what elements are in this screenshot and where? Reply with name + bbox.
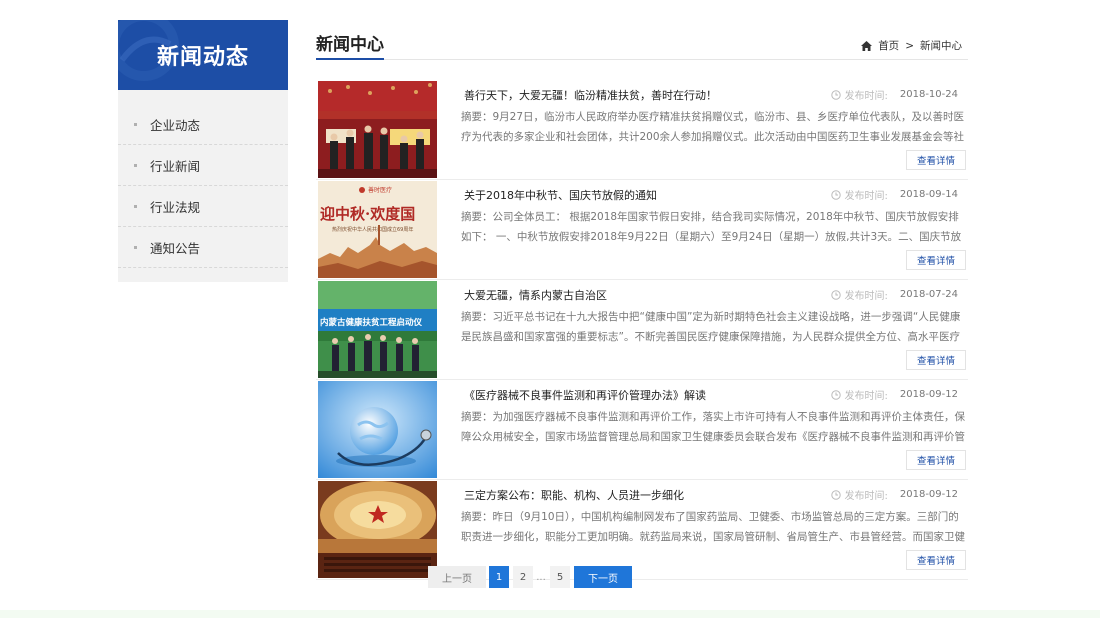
- news-title-link[interactable]: 关于2018年中秋节、国庆节放假的通知: [464, 187, 657, 203]
- poster-logo-icon: [359, 187, 365, 193]
- poster-logo-text: 善时医疗: [368, 186, 392, 194]
- bullet-icon: [134, 164, 137, 167]
- news-date: 发布时间: 2018-07-24: [830, 287, 958, 302]
- date-value: 2018-09-12: [899, 389, 958, 400]
- prev-page-button[interactable]: 上一页: [428, 566, 486, 588]
- news-item: 三定方案公布：职能、机构、人员进一步细化 发布时间: 2018-09-12 摘要…: [316, 480, 968, 580]
- news-date: 发布时间: 2018-09-12: [830, 487, 958, 502]
- bullet-icon: [134, 123, 137, 126]
- pagination: 上一页 1 2 ... 5 下一页: [428, 566, 632, 588]
- sidebar-item-label: 行业新闻: [150, 158, 201, 174]
- news-title-link[interactable]: 大爱无疆，情系内蒙古自治区: [464, 287, 607, 303]
- date-label: 发布时间:: [844, 191, 888, 202]
- banner-text: 内蒙古健康扶贫工程启动仪: [320, 317, 423, 328]
- sidebar-item-label: 企业动态: [150, 117, 201, 133]
- news-thumbnail[interactable]: 内蒙古健康扶贫工程启动仪: [318, 281, 437, 378]
- page-5-button[interactable]: 5: [550, 566, 570, 588]
- main-content: 新闻中心 首页 > 新闻中心 善行天下，大爱无疆！临汾精准扶贫，善时在行动！ 发…: [316, 20, 968, 580]
- news-summary: 摘要：公司全体员工： 根据2018年国家节假日安排，结合我司实际情况，2018年…: [461, 211, 962, 243]
- news-summary: 摘要：9月27日，临汾市人民政府举办医疗精准扶贫捐赠仪式，临汾市、县、乡医疗单位…: [461, 111, 965, 143]
- sidebar-header: 新闻动态: [118, 20, 288, 90]
- sidebar-item-notices[interactable]: 通知公告: [118, 227, 288, 268]
- view-details-button[interactable]: 查看详情: [906, 250, 966, 270]
- breadcrumb-separator: >: [905, 39, 914, 52]
- view-details-button[interactable]: 查看详情: [906, 550, 966, 570]
- page: 新闻动态 企业动态 行业新闻 行业法规 通知公告 新闻中心 首页 > 新闻中心 …: [0, 0, 1100, 618]
- sidebar-item-company-news[interactable]: 企业动态: [118, 104, 288, 145]
- news-title-link[interactable]: 三定方案公布：职能、机构、人员进一步细化: [464, 487, 684, 503]
- breadcrumb-current: 新闻中心: [920, 40, 962, 52]
- award-ceremony-image: [318, 81, 437, 178]
- news-summary: 摘要：昨日（9月10日），中国机构编制网发布了国家药监局、卫健委、市场监管总局的…: [461, 511, 965, 543]
- view-details-button[interactable]: 查看详情: [906, 350, 966, 370]
- great-hall-image: [318, 481, 437, 578]
- breadcrumb-home-link[interactable]: 首页: [878, 38, 899, 53]
- news-date: 发布时间: 2018-09-12: [830, 387, 958, 402]
- clock-icon: [830, 489, 841, 500]
- date-value: 2018-07-24: [899, 289, 958, 300]
- breadcrumb: 首页 > 新闻中心: [861, 38, 962, 53]
- bullet-icon: [134, 205, 137, 208]
- news-thumbnail[interactable]: [318, 381, 437, 478]
- date-label: 发布时间:: [844, 91, 888, 102]
- page-1-button[interactable]: 1: [489, 566, 509, 588]
- next-page-button[interactable]: 下一页: [574, 566, 632, 588]
- news-thumbnail[interactable]: [318, 481, 437, 578]
- news-list: 善行天下，大爱无疆！临汾精准扶贫，善时在行动！ 发布时间: 2018-10-24…: [316, 80, 968, 580]
- clock-icon: [830, 89, 841, 100]
- clock-icon: [830, 289, 841, 300]
- news-date: 发布时间: 2018-09-14: [830, 187, 958, 202]
- sidebar-title: 新闻动态: [156, 45, 249, 70]
- poster-headline: 迎中秋·欢度国: [320, 205, 415, 223]
- home-icon: [861, 40, 873, 51]
- date-label: 发布时间:: [844, 391, 888, 402]
- view-details-button[interactable]: 查看详情: [906, 150, 966, 170]
- news-thumbnail[interactable]: 善时医疗 迎中秋·欢度国 热烈庆祝中华人民共和国成立69周年: [318, 181, 437, 278]
- news-item: 内蒙古健康扶贫工程启动仪 大爱无疆，情系内蒙古自治区 发布时间: 2018-07…: [316, 280, 968, 380]
- sidebar: 新闻动态 企业动态 行业新闻 行业法规 通知公告: [118, 20, 288, 282]
- launch-ceremony-image: 内蒙古健康扶贫工程启动仪: [318, 281, 437, 378]
- news-summary: 摘要：习近平总书记在十九大报告中把“健康中国”定为新时期特色社会主义建设战略，进…: [461, 311, 961, 343]
- title-underline: [316, 58, 384, 60]
- main-header: 新闻中心 首页 > 新闻中心: [316, 20, 968, 60]
- date-value: 2018-09-14: [899, 189, 958, 200]
- clock-icon: [830, 389, 841, 400]
- sidebar-item-regulations[interactable]: 行业法规: [118, 186, 288, 227]
- date-value: 2018-09-12: [899, 489, 958, 500]
- footer-strip: [0, 610, 1100, 618]
- sidebar-item-label: 通知公告: [150, 240, 201, 256]
- news-item: 善时医疗 迎中秋·欢度国 热烈庆祝中华人民共和国成立69周年 关于2018年中秋…: [316, 180, 968, 280]
- pagination-ellipsis: ...: [536, 571, 546, 583]
- mid-autumn-poster-image: 善时医疗 迎中秋·欢度国 热烈庆祝中华人民共和国成立69周年: [318, 181, 437, 278]
- bullet-icon: [134, 246, 137, 249]
- sidebar-menu: 企业动态 行业新闻 行业法规 通知公告: [118, 90, 288, 282]
- date-value: 2018-10-24: [899, 89, 958, 100]
- page-title: 新闻中心: [316, 35, 384, 55]
- page-2-button[interactable]: 2: [513, 566, 533, 588]
- news-item: 善行天下，大爱无疆！临汾精准扶贫，善时在行动！ 发布时间: 2018-10-24…: [316, 80, 968, 180]
- news-summary: 摘要：为加强医疗器械不良事件监测和再评价工作，落实上市许可持有人不良事件监测和再…: [461, 411, 965, 443]
- news-title-link[interactable]: 善行天下，大爱无疆！临汾精准扶贫，善时在行动！: [464, 87, 717, 103]
- sidebar-item-industry-news[interactable]: 行业新闻: [118, 145, 288, 186]
- news-thumbnail[interactable]: [318, 81, 437, 178]
- poster-subtitle: 热烈庆祝中华人民共和国成立69周年: [332, 226, 413, 233]
- sidebar-item-label: 行业法规: [150, 199, 201, 215]
- date-label: 发布时间:: [844, 491, 888, 502]
- news-title-link[interactable]: 《医疗器械不良事件监测和再评价管理办法》解读: [464, 387, 706, 403]
- globe-stethoscope-image: [318, 381, 437, 478]
- news-item: 《医疗器械不良事件监测和再评价管理办法》解读 发布时间: 2018-09-12 …: [316, 380, 968, 480]
- view-details-button[interactable]: 查看详情: [906, 450, 966, 470]
- news-date: 发布时间: 2018-10-24: [830, 87, 958, 102]
- date-label: 发布时间:: [844, 291, 888, 302]
- clock-icon: [830, 189, 841, 200]
